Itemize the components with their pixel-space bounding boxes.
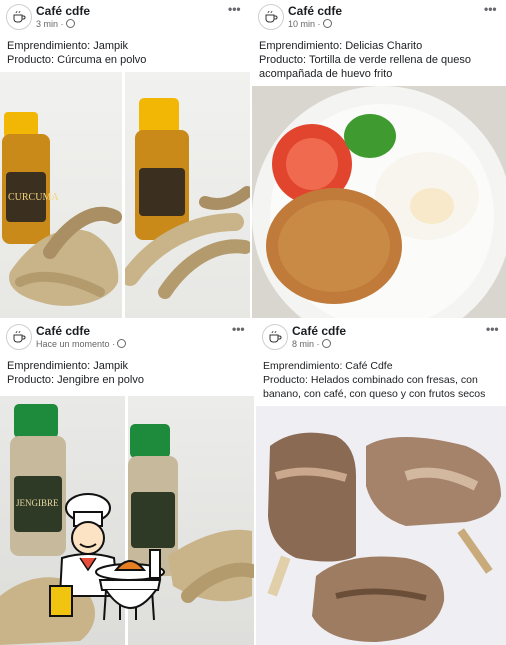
post-timestamp[interactable]: 3 min	[36, 19, 58, 29]
post-text-line-2: Producto: Helados combinado con fresas, …	[263, 374, 478, 386]
globe-icon	[65, 19, 75, 28]
page-name[interactable]: Café cdfe	[292, 324, 346, 338]
ice-cream-photo	[256, 406, 506, 645]
post-text-line-2: Producto: Tortilla de verde rellena de q…	[259, 54, 471, 66]
cafe-logo-icon	[269, 330, 282, 343]
more-options-icon[interactable]: •••	[232, 322, 245, 336]
post-card-1: Café cdfe 3 min · ••• Emprendimiento: Ja…	[0, 0, 250, 318]
post-text-line-3: banano, con café, con queso y con frutos…	[263, 388, 486, 400]
post-photo[interactable]	[252, 86, 506, 318]
more-options-icon[interactable]: •••	[486, 322, 499, 336]
jar-label: CURCUMA	[8, 192, 59, 203]
post-timestamp[interactable]: Hace un momento	[36, 339, 110, 349]
post-text-line-1: Emprendimiento: Café Cdfe	[263, 360, 393, 372]
cafe-logo-icon	[265, 10, 278, 23]
post-text-line-2: Producto: Cúrcuma en polvo	[7, 54, 147, 66]
post-text: Emprendimiento: Jampik Producto: Jengibr…	[7, 359, 144, 387]
post-time[interactable]: 10 min ·	[288, 19, 332, 29]
post-card-4: Café cdfe 8 min · ••• Emprendimiento: Ca…	[256, 320, 506, 645]
post-timestamp[interactable]: 10 min	[288, 19, 315, 29]
post-time[interactable]: 8 min ·	[292, 339, 331, 349]
post-text-line-1: Emprendimiento: Delicias Charito	[259, 40, 423, 52]
page-name[interactable]: Café cdfe	[36, 4, 90, 18]
post-timestamp[interactable]: 8 min	[292, 339, 314, 349]
food-plate-photo	[252, 86, 506, 318]
page-avatar[interactable]	[6, 324, 32, 350]
page-avatar[interactable]	[6, 4, 32, 30]
globe-icon	[322, 19, 332, 28]
post-text-line-3: acompañada de huevo frito	[259, 68, 393, 80]
post-text-line-1: Emprendimiento: Jampik	[7, 360, 129, 372]
cafe-logo-icon	[13, 10, 26, 23]
turmeric-jar-photo: CURCUMA	[2, 112, 122, 306]
post-text: Emprendimiento: Café Cdfe Producto: Hela…	[263, 359, 485, 401]
more-options-icon[interactable]: •••	[484, 2, 497, 16]
post-card-2: Café cdfe 10 min · ••• Emprendimiento: D…	[252, 0, 506, 318]
post-photo[interactable]	[256, 406, 506, 645]
turmeric-jar-photo	[125, 98, 250, 299]
post-text-line-1: Emprendimiento: Jampik	[7, 40, 129, 52]
meta-separator: ·	[317, 19, 321, 29]
post-text: Emprendimiento: Jampik Producto: Cúrcuma…	[7, 39, 146, 67]
meta-separator: ·	[60, 19, 64, 29]
page-name[interactable]: Café cdfe	[36, 324, 90, 338]
post-text-line-2: Producto: Jengibre en polvo	[7, 374, 144, 386]
post-text: Emprendimiento: Delicias Charito Product…	[259, 39, 471, 81]
meta-separator: ·	[112, 339, 116, 349]
chef-restaurant-icon	[49, 493, 165, 621]
post-photo-right[interactable]	[125, 72, 250, 318]
page-avatar[interactable]	[258, 4, 284, 30]
globe-icon	[117, 339, 127, 348]
post-time[interactable]: 3 min ·	[36, 19, 75, 29]
post-photo-left[interactable]: CURCUMA	[0, 72, 122, 318]
page-name[interactable]: Café cdfe	[288, 4, 342, 18]
globe-icon	[321, 339, 331, 348]
cafe-logo-icon	[13, 330, 26, 343]
post-time[interactable]: Hace un momento ·	[36, 339, 127, 349]
more-options-icon[interactable]: •••	[228, 2, 241, 16]
page-avatar[interactable]	[262, 324, 288, 350]
post-card-3: Café cdfe Hace un momento · ••• Emprendi…	[0, 320, 254, 645]
meta-separator: ·	[316, 339, 320, 349]
